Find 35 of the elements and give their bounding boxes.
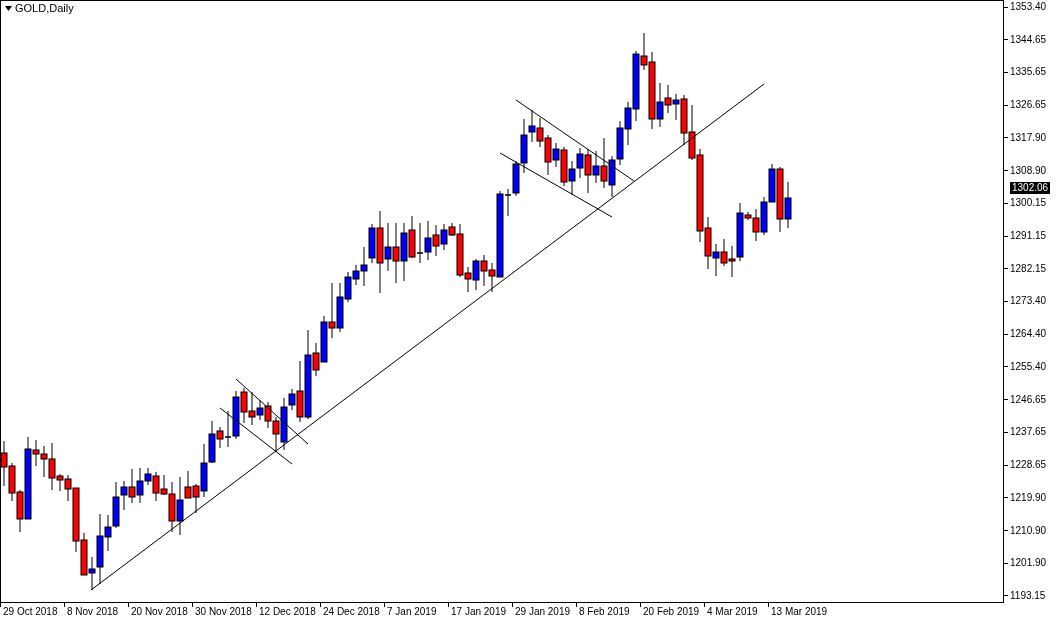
date-label: 12 Dec 2018 xyxy=(259,607,316,617)
date-label: 29 Jan 2019 xyxy=(515,607,571,617)
date-label: 4 Mar 2019 xyxy=(707,607,758,617)
price-label: 1193.15 xyxy=(1010,590,1046,601)
price-label: 1335.65 xyxy=(1010,67,1047,78)
date-label: 30 Nov 2018 xyxy=(195,607,252,617)
date-label: 20 Feb 2019 xyxy=(643,607,700,617)
price-label: 1291.15 xyxy=(1010,231,1047,242)
price-label: 1210.90 xyxy=(1010,525,1047,536)
date-label: 17 Jan 2019 xyxy=(451,607,507,617)
date-label: 24 Dec 2018 xyxy=(323,607,380,617)
price-label: 1228.65 xyxy=(1010,460,1047,471)
date-label: 29 Oct 2018 xyxy=(3,607,58,617)
price-label: 1237.65 xyxy=(1010,427,1047,438)
date-label: 20 Nov 2018 xyxy=(131,607,188,617)
price-label: 1308.90 xyxy=(1010,165,1047,176)
current-price-badge: 1302.06 xyxy=(1010,182,1051,194)
date-label: 8 Nov 2018 xyxy=(67,607,119,617)
price-label: 1300.15 xyxy=(1010,198,1047,209)
price-label: 1255.40 xyxy=(1010,361,1047,372)
date-label: 13 Mar 2019 xyxy=(771,607,828,617)
price-label: 1246.65 xyxy=(1010,394,1047,405)
price-label: 1282.15 xyxy=(1010,263,1047,274)
chart-title: GOLD,Daily xyxy=(15,3,74,14)
price-label: 1353.40 xyxy=(1010,2,1047,12)
price-label: 1201.90 xyxy=(1010,558,1047,569)
price-label: 1317.90 xyxy=(1010,132,1047,143)
price-label: 1273.40 xyxy=(1010,296,1047,307)
price-label: 1219.90 xyxy=(1010,492,1047,503)
dropdown-triangle-icon[interactable] xyxy=(5,6,12,11)
date-label: 7 Jan 2019 xyxy=(387,607,437,617)
price-label: 1326.65 xyxy=(1010,100,1047,111)
date-label: 8 Feb 2019 xyxy=(579,607,630,617)
price-label: 1264.40 xyxy=(1010,329,1047,340)
price-label: 1344.65 xyxy=(1010,34,1047,45)
